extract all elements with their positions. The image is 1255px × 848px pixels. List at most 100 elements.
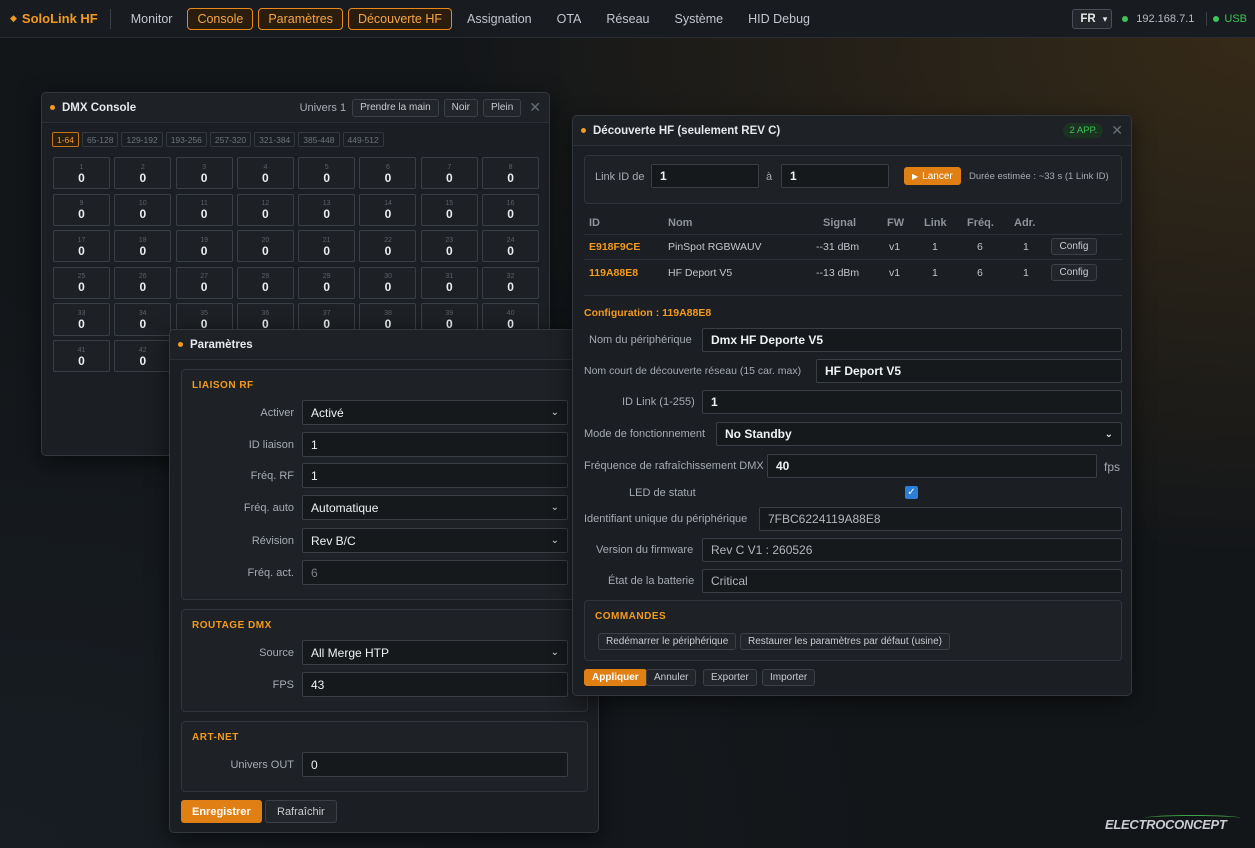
nav-param-tres[interactable]: Paramètres: [258, 7, 343, 30]
export-button[interactable]: Exporter: [703, 669, 757, 686]
channel-value: 0: [323, 243, 331, 258]
factory-reset-button[interactable]: Restaurer les paramètres par défaut (usi…: [740, 633, 950, 650]
channel-cell[interactable]: 70: [420, 157, 478, 190]
channel-cell[interactable]: 23 0: [420, 230, 478, 263]
channel-cell[interactable]: 26 0: [114, 266, 172, 300]
channel-cell[interactable]: 42 0: [114, 339, 172, 373]
channel-cell[interactable]: 50: [298, 157, 356, 190]
channel-cell[interactable]: 17 0: [53, 230, 110, 263]
channel-cell[interactable]: 27 0: [175, 266, 233, 300]
channel-cell[interactable]: 12 0: [236, 193, 294, 226]
save-button[interactable]: Enregistrer: [181, 800, 262, 823]
channel-cell[interactable]: 20 0: [236, 230, 294, 263]
brand[interactable]: ◆ SoloLink HF: [10, 11, 98, 26]
config-button[interactable]: Config: [1051, 264, 1097, 281]
channel-cell[interactable]: 22 0: [359, 230, 417, 263]
import-button[interactable]: Importer: [762, 669, 816, 686]
range-tab[interactable]: 385-448: [298, 132, 340, 147]
refresh-button[interactable]: Rafraîchir: [265, 800, 337, 823]
channel-cell[interactable]: 41 0: [53, 339, 110, 373]
close-icon[interactable]: ✕: [1111, 122, 1123, 139]
revision-select[interactable]: Rev B/C ⌄: [302, 528, 568, 553]
rf-freq-input[interactable]: 1: [302, 463, 568, 488]
language-select[interactable]: FR ▾: [1072, 9, 1113, 29]
nav-assignation[interactable]: Assignation: [457, 8, 542, 30]
mode-select[interactable]: No Standby ⌄: [716, 422, 1122, 446]
nav-r-seau[interactable]: Réseau: [596, 8, 659, 30]
led-checkbox[interactable]: ✓: [905, 486, 918, 499]
channel-cell[interactable]: 29 0: [298, 266, 356, 300]
link-id-input[interactable]: 1: [302, 432, 568, 457]
channel-cell[interactable]: 90: [53, 193, 110, 226]
window-header[interactable]: Découverte HF (seulement REV C) 2 APP. ✕: [573, 116, 1131, 146]
channel-cell[interactable]: 28 0: [236, 266, 294, 300]
blackout-button[interactable]: Noir: [443, 98, 479, 117]
enable-select[interactable]: Activé ⌄: [302, 400, 568, 425]
window-header[interactable]: Paramètres: [170, 330, 598, 360]
fps-input[interactable]: 43: [302, 672, 568, 697]
channel-cell[interactable]: 60: [359, 157, 417, 190]
reboot-device-button[interactable]: Redémarrer le périphérique: [598, 633, 737, 650]
auto-freq-select[interactable]: Automatique ⌄: [302, 495, 568, 520]
channel-value: 0: [384, 207, 392, 222]
channel-cell[interactable]: 15 0: [420, 193, 478, 226]
range-tab[interactable]: 129-192: [121, 132, 163, 147]
device-name-input[interactable]: Dmx HF Deporte V5: [702, 328, 1122, 352]
link-from-input[interactable]: 1: [651, 164, 759, 188]
nav-d-couverte-hf[interactable]: Découverte HF: [347, 7, 452, 30]
config-button[interactable]: Config: [1051, 238, 1097, 255]
channel-cell[interactable]: 10: [53, 157, 110, 190]
takeover-button[interactable]: Prendre la main: [352, 98, 439, 117]
close-icon[interactable]: ✕: [529, 99, 541, 116]
window-header[interactable]: DMX Console Univers 1 Prendre la main No…: [42, 93, 549, 123]
range-tab[interactable]: 193-256: [165, 132, 207, 147]
nav-ota[interactable]: OTA: [547, 8, 592, 30]
channel-cell[interactable]: 33 0: [53, 303, 110, 336]
nav-hid-debug[interactable]: HID Debug: [738, 8, 820, 30]
channel-cell[interactable]: 10 0: [114, 193, 172, 226]
channel-cell[interactable]: 20: [114, 157, 172, 190]
channel-cell[interactable]: 16 0: [482, 193, 540, 226]
channel-cell[interactable]: 34 0: [114, 303, 172, 336]
range-tab[interactable]: 321-384: [254, 132, 296, 147]
channel-cell[interactable]: 25 0: [53, 266, 110, 300]
nav-syst-me[interactable]: Système: [665, 8, 734, 30]
channel-cell[interactable]: 19 0: [175, 230, 233, 263]
hf-discovery-window: Découverte HF (seulement REV C) 2 APP. ✕…: [572, 115, 1132, 696]
apply-button[interactable]: Appliquer: [584, 669, 647, 686]
nav-console[interactable]: Console: [187, 7, 254, 30]
channel-cell[interactable]: 31 0: [420, 266, 478, 300]
link-to-input[interactable]: 1: [781, 164, 889, 188]
channel-cell[interactable]: 32 0: [482, 266, 540, 300]
channel-cell[interactable]: 80: [482, 157, 540, 190]
channel-cell[interactable]: 13 0: [298, 193, 356, 226]
channel-cell[interactable]: 11 0: [175, 193, 233, 226]
source-select[interactable]: All Merge HTP ⌄: [302, 640, 568, 665]
nav-monitor[interactable]: Monitor: [121, 8, 183, 30]
cancel-button[interactable]: Annuler: [646, 669, 697, 686]
channel-cell[interactable]: 30 0: [359, 266, 417, 300]
channel-value: 0: [262, 280, 269, 295]
channel-cell[interactable]: 14 0: [359, 193, 417, 226]
refresh-rate-input[interactable]: 40: [767, 454, 1097, 478]
universe-out-input[interactable]: 0: [302, 752, 568, 777]
channel-cell[interactable]: 40: [236, 157, 294, 190]
channel-value: 0: [78, 317, 85, 332]
range-tab[interactable]: 449-512: [342, 132, 384, 147]
link-id-input[interactable]: 1: [702, 390, 1122, 414]
range-tab[interactable]: 65-128: [82, 132, 119, 147]
channel-cell[interactable]: 18 0: [114, 230, 172, 263]
chevron-down-icon: ⌄: [550, 407, 559, 418]
mode-label: Mode de fonctionnement: [584, 428, 706, 440]
full-button[interactable]: Plein: [483, 98, 522, 117]
row-device-id: 119A88E8: [589, 267, 639, 279]
range-tab[interactable]: 1-64: [52, 132, 80, 147]
short-name-input[interactable]: HF Deport V5: [816, 359, 1122, 383]
channel-cell[interactable]: 30: [175, 157, 233, 190]
channel-cell[interactable]: 21 0: [298, 230, 356, 263]
range-tab[interactable]: 257-320: [209, 132, 252, 147]
run-scan-button[interactable]: ▶ Lancer: [904, 167, 961, 185]
rf-freq-label: Fréq. RF: [250, 469, 294, 482]
channel-cell[interactable]: 24 0: [482, 230, 540, 263]
channel-value: 0: [262, 243, 269, 258]
